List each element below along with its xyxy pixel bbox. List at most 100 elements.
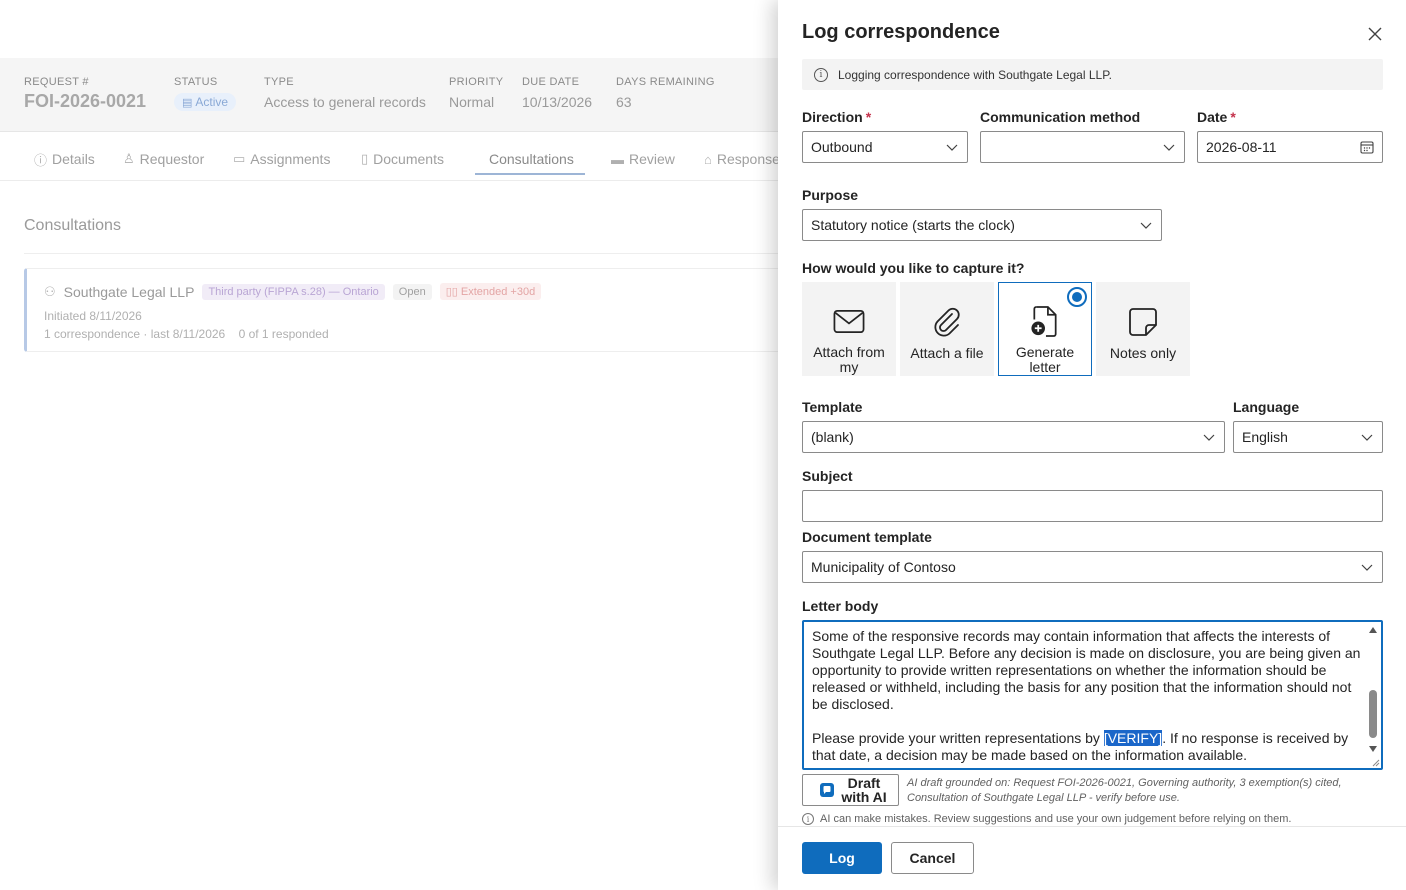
log-button[interactable]: Log — [802, 842, 882, 874]
priority-value: Normal — [449, 94, 495, 110]
consultation-header: ⚇ Southgate Legal LLP Third party (FIPPA… — [44, 283, 542, 300]
purpose-select[interactable]: Statutory notice (starts the clock) — [802, 209, 1162, 241]
letter-body-textarea[interactable]: Some of the responsive records may conta… — [802, 620, 1383, 770]
subject-input[interactable] — [802, 490, 1383, 522]
capture-option-email[interactable]: Attach from my — [802, 282, 896, 376]
info-icon: i — [802, 813, 814, 825]
type-value: Access to general records — [264, 94, 426, 110]
scroll-up-icon[interactable] — [1369, 627, 1377, 633]
template-select[interactable]: (blank) — [802, 421, 1225, 453]
capture-option-file[interactable]: Attach a file — [900, 282, 994, 376]
initiated-text: Initiated 8/11/2026 — [44, 309, 142, 323]
request-number-field: REQUEST # FOI-2026-0021 — [24, 76, 146, 112]
language-label: Language — [1233, 399, 1300, 415]
extension-badge: ▯▯ Extended +30d — [439, 283, 542, 300]
chevron-down-icon — [946, 144, 958, 151]
info-icon: i — [814, 67, 828, 82]
days-remaining-value: 63 — [616, 94, 632, 110]
document-icon: ▤ — [182, 97, 193, 109]
chevron-down-icon — [1163, 144, 1175, 151]
letter-paragraph: Please provide your written representati… — [812, 730, 1349, 763]
due-date-value: 10/13/2026 — [522, 94, 593, 110]
lock-icon: ⌂ — [704, 151, 712, 167]
due-date-label: DUE DATE — [522, 76, 580, 88]
paperclip-icon — [934, 307, 960, 337]
type-label: TYPE — [264, 76, 294, 88]
capture-label: How would you like to capture it? — [802, 260, 1025, 276]
document-icon: ▯ — [361, 151, 369, 166]
communication-method-select[interactable] — [980, 131, 1185, 163]
purpose-label: Purpose — [802, 187, 859, 203]
type-field: TYPE Access to general records — [264, 76, 426, 110]
pause-icon: ▯▯ — [445, 286, 461, 298]
direction-label: Direction * — [802, 109, 872, 125]
close-icon — [1368, 27, 1382, 41]
copilot-icon — [820, 783, 834, 797]
panel-title: Log correspondence — [802, 21, 1000, 43]
status-badge: ▤ Active — [174, 93, 237, 111]
date-label: Date * — [1197, 109, 1236, 125]
request-number-label: REQUEST # — [24, 76, 89, 88]
assignments-icon: ▭ — [233, 151, 246, 166]
direction-select[interactable]: Outbound — [802, 131, 968, 163]
document-template-select[interactable]: Municipality of Contoso — [802, 551, 1383, 583]
tab-review[interactable]: ▬ Review — [611, 145, 675, 173]
capture-option-generate-letter[interactable]: Generate letter — [998, 282, 1092, 376]
log-correspondence-panel: Log correspondence i Logging corresponde… — [778, 0, 1406, 890]
note-icon — [1129, 308, 1157, 336]
chevron-down-icon — [1361, 564, 1373, 571]
person-icon: ♙ — [123, 151, 135, 166]
chevron-down-icon — [1203, 434, 1215, 441]
correspondence-text: 1 correspondence · last 8/11/2026 — [44, 327, 226, 341]
subject-label: Subject — [802, 468, 853, 484]
section-title: Consultations — [24, 217, 121, 234]
tab-requestor[interactable]: ♙ Requestor — [123, 145, 204, 173]
basis-badge: Third party (FIPPA s.28) — Ontario — [202, 283, 385, 300]
ai-grounding-note: AI draft grounded on: Request FOI-2026-0… — [907, 777, 1342, 804]
letter-body-text: Some of the responsive records may conta… — [812, 628, 1364, 768]
tab-details[interactable]: ⓘ Details — [34, 145, 95, 173]
days-remaining-label: DAYS REMAINING — [616, 76, 715, 88]
letter-paragraph: Some of the responsive records may conta… — [812, 628, 1361, 712]
document-add-icon — [1031, 306, 1057, 337]
date-input[interactable]: 2026-08-11 — [1197, 131, 1383, 163]
tab-response[interactable]: ⌂ Response — [704, 145, 780, 173]
tab-documents[interactable]: ▯ Documents — [361, 145, 444, 173]
letter-body-label: Letter body — [802, 598, 879, 614]
tab-assignments[interactable]: ▭ Assignments — [233, 145, 330, 173]
priority-field: PRIORITY Normal — [449, 76, 503, 110]
info-icon: ⓘ — [34, 152, 48, 168]
review-icon: ▬ — [611, 151, 624, 167]
required-marker: * — [1230, 109, 1236, 125]
draft-with-ai-button[interactable]: Draft with AI — [802, 774, 899, 806]
chevron-down-icon — [1361, 434, 1373, 441]
verify-placeholder: [VERIFY] — [1103, 730, 1163, 746]
close-button[interactable] — [1364, 23, 1386, 45]
due-date-field: DUE DATE 10/13/2026 — [522, 76, 592, 110]
resize-handle-icon[interactable] — [1370, 757, 1380, 767]
party-name: Southgate Legal LLP — [63, 283, 195, 300]
consultation-card[interactable]: ⚇ Southgate Legal LLP Third party (FIPPA… — [24, 268, 800, 352]
communication-method-label: Communication method — [980, 109, 1141, 125]
request-number: FOI-2026-0021 — [24, 91, 147, 111]
language-select[interactable]: English — [1233, 421, 1383, 453]
tab-consultations[interactable]: Consultations — [489, 145, 574, 173]
letter-scrollbar[interactable] — [1367, 624, 1379, 766]
responded-text: 0 of 1 responded — [238, 327, 329, 341]
request-tabs: ⓘ Details ♙ Requestor ▭ Assignments ▯ Docume… — [0, 133, 800, 181]
info-bar: i Logging correspondence with Southgate … — [802, 59, 1383, 90]
calendar-icon[interactable] — [1360, 140, 1374, 154]
scroll-thumb[interactable] — [1369, 690, 1377, 738]
days-remaining-field: DAYS REMAINING 63 — [616, 76, 715, 110]
cancel-button[interactable]: Cancel — [891, 842, 974, 874]
capture-option-notes[interactable]: Notes only — [1096, 282, 1190, 376]
request-header: REQUEST # FOI-2026-0021 STATUS ▤ Active T… — [0, 58, 800, 132]
document-template-label: Document template — [802, 529, 932, 545]
ai-disclaimer: i AI can make mistakes. Review suggestio… — [802, 813, 1291, 825]
priority-label: PRIORITY — [449, 76, 504, 88]
selected-radio — [1067, 287, 1087, 307]
required-marker: * — [865, 109, 872, 125]
scroll-down-icon[interactable] — [1369, 746, 1377, 752]
state-badge: Open — [392, 283, 432, 300]
status-field: STATUS ▤ Active — [174, 76, 237, 111]
